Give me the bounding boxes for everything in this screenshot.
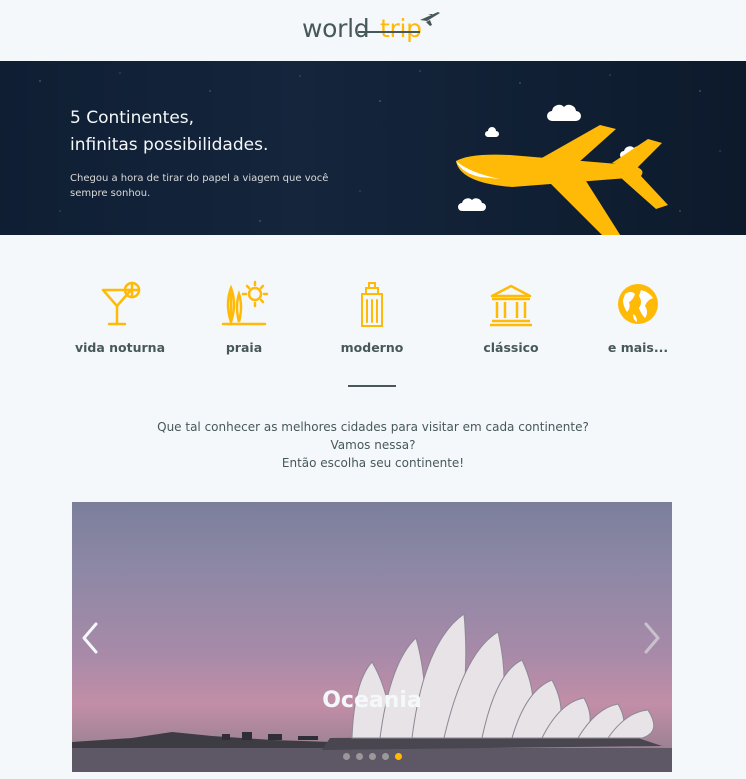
carousel-dot[interactable]: [368, 753, 376, 760]
section-divider: [348, 385, 396, 387]
intro-line1: Que tal conhecer as melhores cidades par…: [157, 420, 589, 434]
banner-title-line2: infinitas possibilidades.: [70, 135, 269, 155]
header: world trip: [0, 0, 746, 61]
sydney-opera-house-image: [72, 613, 672, 772]
museum-icon: [490, 284, 532, 327]
carousel-dot[interactable]: [381, 753, 389, 760]
slide-title[interactable]: Oceania: [72, 688, 672, 713]
carousel-dot[interactable]: [342, 753, 350, 760]
category-label: vida noturna: [74, 340, 166, 355]
banner-title: 5 Continentes, infinitas possibilidades.: [70, 105, 268, 159]
category-praia[interactable]: praia: [184, 280, 304, 355]
intro-line3: Então escolha seu continente!: [281, 456, 465, 470]
chevron-right-icon[interactable]: [640, 620, 664, 656]
continent-carousel[interactable]: Oceania: [72, 502, 672, 772]
category-label: clássico: [483, 340, 539, 355]
category-moderno[interactable]: moderno: [312, 280, 432, 355]
airplane-illustration: [456, 104, 668, 235]
cloud-icon: [458, 198, 486, 211]
logo-strike-line: [358, 31, 420, 33]
hero-banner: 5 Continentes, infinitas possibilidades.…: [0, 61, 746, 235]
globe-icon: [618, 284, 658, 324]
category-label: moderno: [340, 340, 404, 355]
category-classico[interactable]: clássico: [451, 280, 571, 355]
travel-categories: vida noturna praia moderno clássico e ma…: [60, 280, 690, 360]
category-label: praia: [225, 340, 263, 355]
category-label: e mais...: [607, 340, 669, 355]
building-icon: [361, 282, 383, 327]
logo-text-world: world: [302, 14, 370, 43]
category-e-mais[interactable]: e mais...: [578, 280, 698, 355]
category-vida-noturna[interactable]: vida noturna: [60, 280, 180, 355]
banner-title-line1: 5 Continentes,: [70, 108, 195, 128]
intro-line2: Vamos nessa?: [330, 438, 416, 452]
carousel-dot[interactable]: [355, 753, 363, 760]
carousel-dot-active[interactable]: [394, 753, 402, 760]
logo-airplane-icon: [420, 12, 440, 26]
cloud-icon: [547, 104, 581, 121]
worldtrip-logo[interactable]: world trip: [302, 6, 447, 48]
carousel-pagination: [342, 753, 402, 763]
cloud-icon: [485, 127, 499, 137]
banner-subtitle: Chegou a hora de tirar do papel a viagem…: [70, 173, 329, 199]
cocktail-icon: [101, 281, 141, 326]
chevron-left-icon[interactable]: [78, 620, 102, 656]
continent-intro-text: Que tal conhecer as melhores cidades par…: [100, 418, 646, 472]
surfboard-sun-icon: [221, 280, 269, 326]
logo-text-trip: trip: [380, 14, 422, 43]
